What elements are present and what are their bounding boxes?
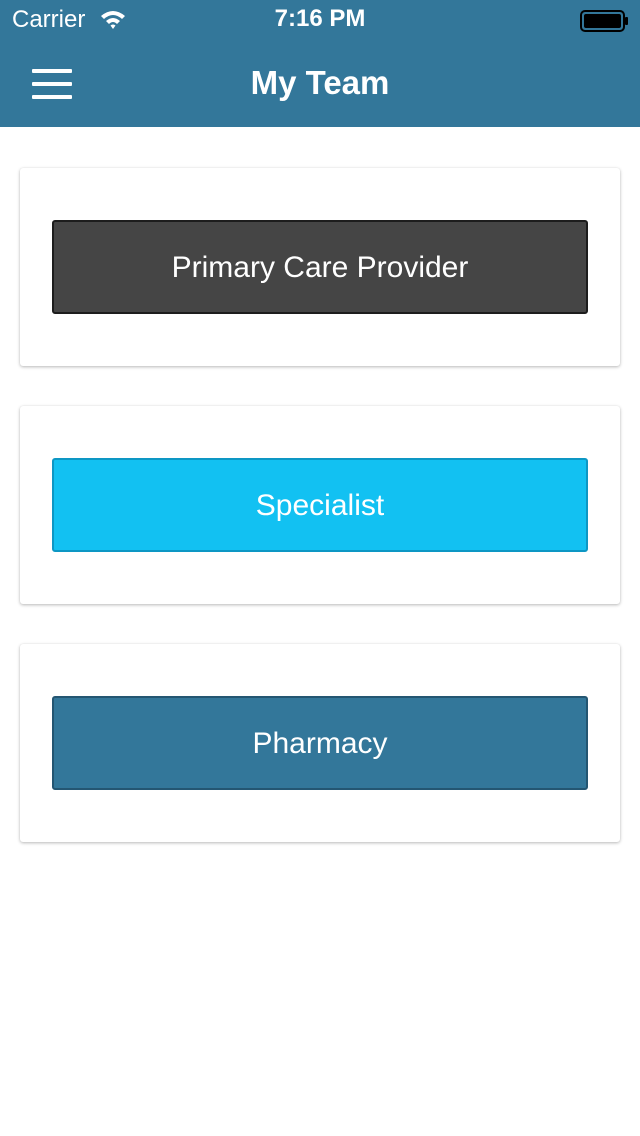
specialist-button[interactable]: Specialist (52, 458, 588, 552)
card-specialist: Specialist (20, 406, 620, 604)
app-screen: Carrier 7:16 PM My Team Primary Care Pro… (0, 0, 640, 1136)
nav-bar: My Team (0, 40, 640, 127)
status-bar: Carrier 7:16 PM (0, 0, 640, 40)
battery-icon (580, 10, 628, 32)
header: Carrier 7:16 PM My Team (0, 0, 640, 127)
card-pharmacy: Pharmacy (20, 644, 620, 842)
status-time: 7:16 PM (274, 5, 366, 32)
card-primary-care: Primary Care Provider (20, 168, 620, 366)
page-title: My Team (250, 64, 390, 101)
pharmacy-button[interactable]: Pharmacy (52, 696, 588, 790)
primary-care-provider-button[interactable]: Primary Care Provider (52, 220, 588, 314)
